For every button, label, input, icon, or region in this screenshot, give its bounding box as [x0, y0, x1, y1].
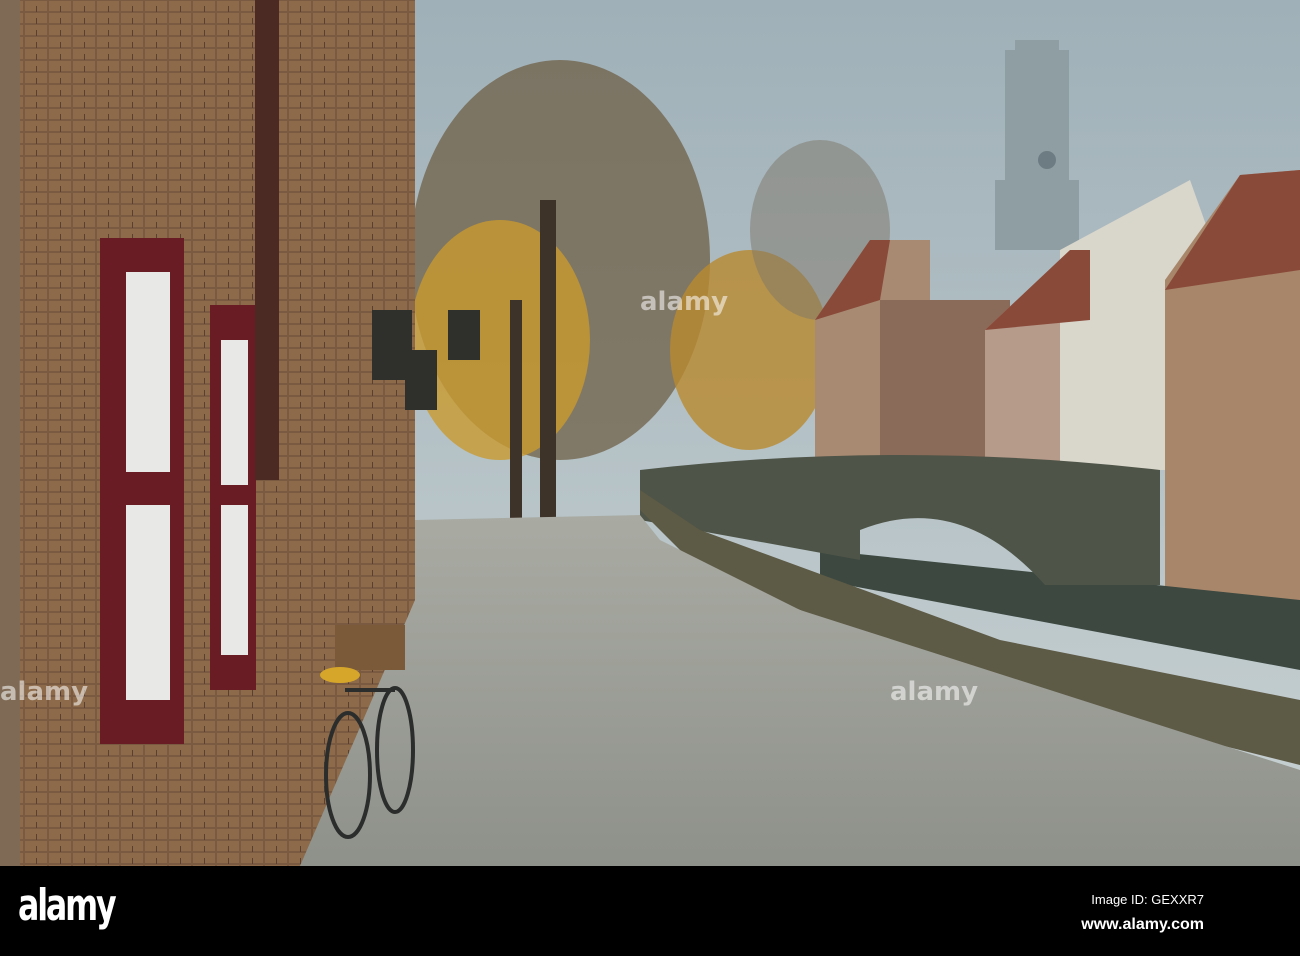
- photo: alamy alamy alamy: [0, 0, 1300, 866]
- footer-bar: alamy Image ID: GEXXR7 www.alamy.com: [0, 866, 1300, 956]
- alamy-logo[interactable]: alamy: [18, 880, 117, 931]
- red-shutters: [100, 238, 256, 744]
- belfry-tower: [995, 40, 1079, 250]
- svg-text:alamy: alamy: [640, 287, 728, 317]
- svg-text:alamy: alamy: [0, 677, 88, 707]
- stock-photo-viewer: alamy alamy alamy alamy Image ID: GEXXR7 w…: [0, 0, 1300, 956]
- brick-building: [0, 0, 415, 866]
- svg-text:alamy: alamy: [890, 677, 978, 707]
- site-url[interactable]: www.alamy.com: [1081, 916, 1204, 934]
- image-id: Image ID: GEXXR7: [1091, 892, 1204, 907]
